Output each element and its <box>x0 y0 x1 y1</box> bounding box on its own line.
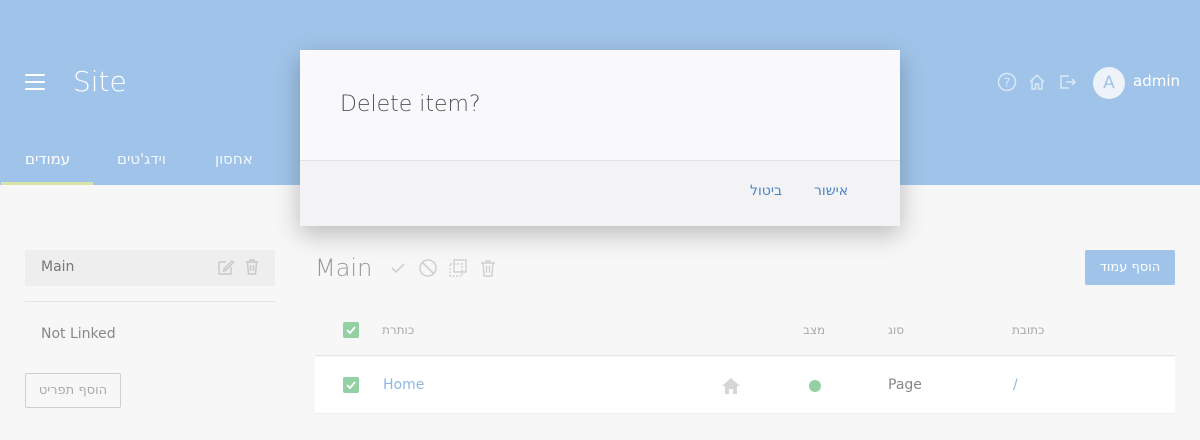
delete-confirm-dialog: Delete item? ביטול אישור <box>300 50 900 226</box>
page-actions <box>388 258 498 282</box>
column-header-title: כותרת <box>382 323 415 337</box>
avatar[interactable]: A <box>1093 67 1125 99</box>
row-title-link[interactable]: Home <box>383 377 424 393</box>
active-tab-indicator <box>1 182 93 185</box>
site-title[interactable]: Site <box>73 65 127 98</box>
dialog-footer: ביטול אישור <box>300 161 900 226</box>
tab-pages[interactable]: עמודים <box>25 150 70 168</box>
select-all-checkbox[interactable] <box>343 322 359 338</box>
sidebar-item-label: Main <box>41 259 75 275</box>
username[interactable]: admin <box>1133 72 1180 90</box>
row-url[interactable]: / <box>1013 377 1018 393</box>
svg-text:?: ? <box>1004 76 1010 90</box>
sidebar-item-not-linked[interactable]: Not Linked <box>41 326 116 342</box>
table-row[interactable]: Home Page / <box>315 357 1175 414</box>
edit-icon[interactable] <box>217 258 235 280</box>
copy-icon[interactable] <box>448 258 468 282</box>
tab-widgets[interactable]: וידג'טים <box>117 150 166 168</box>
column-header-url: כתובת <box>1012 323 1045 337</box>
confirm-button[interactable]: אישור <box>814 183 848 199</box>
page-title: Main <box>315 254 373 282</box>
dialog-title: Delete item? <box>340 92 481 117</box>
add-menu-button[interactable]: הוסף תפריט <box>25 373 121 408</box>
trash-icon[interactable] <box>478 258 498 282</box>
row-type: Page <box>888 377 922 393</box>
disable-icon[interactable] <box>418 258 438 282</box>
trash-icon[interactable] <box>243 258 261 280</box>
logout-icon[interactable] <box>1057 72 1077 92</box>
column-header-type: סוג <box>888 323 905 337</box>
table-header: כותרת מצב סוג כתובת <box>315 306 1175 356</box>
sidebar-item-main[interactable]: Main <box>25 250 275 286</box>
home-icon[interactable] <box>1027 72 1047 92</box>
help-icon[interactable]: ? <box>997 72 1017 92</box>
sidebar-divider <box>25 301 275 302</box>
home-page-icon <box>721 376 741 400</box>
add-page-button[interactable]: הוסף עמוד <box>1085 250 1175 285</box>
column-header-status: מצב <box>803 323 826 337</box>
status-badge <box>809 380 821 392</box>
tab-storage[interactable]: אחסון <box>215 150 253 168</box>
check-icon[interactable] <box>388 258 408 282</box>
row-checkbox[interactable] <box>343 377 359 393</box>
header-icons: ? <box>997 72 1077 92</box>
cancel-button[interactable]: ביטול <box>750 183 782 199</box>
menu-icon[interactable] <box>25 74 45 90</box>
